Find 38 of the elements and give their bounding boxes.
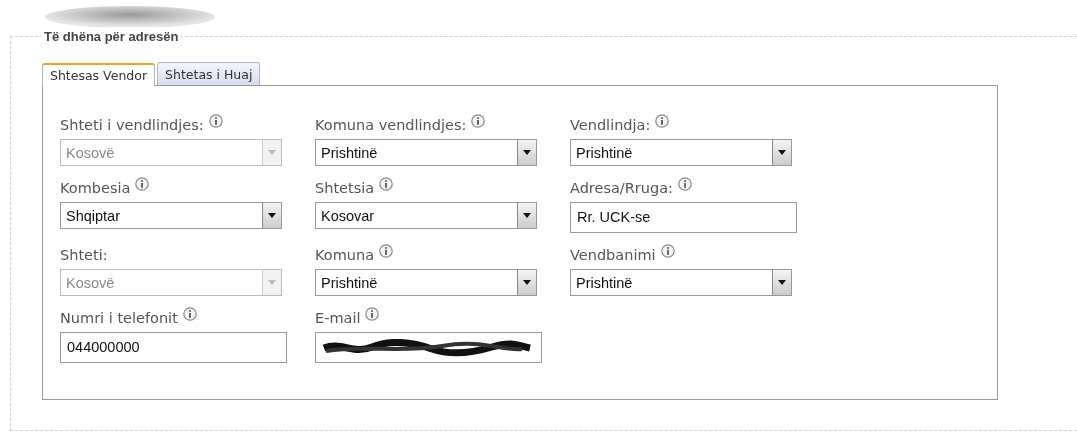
info-icon[interactable] xyxy=(471,113,486,128)
field-label: Shteti i vendlindjes: xyxy=(60,115,204,135)
field-label: Vendlindja: xyxy=(570,115,651,135)
dropdown[interactable]: Prishtinë xyxy=(570,139,792,166)
dropdown[interactable]: Prishtinë xyxy=(315,139,537,166)
dropdown[interactable]: Shqiptar xyxy=(60,202,282,229)
input-field[interactable]: Rr. UCK-se xyxy=(570,202,797,233)
field-label: Numri i telefonit xyxy=(60,308,178,328)
dropdown[interactable]: Prishtinë xyxy=(570,269,792,296)
field-label: Komuna vendlindjes: xyxy=(315,115,467,135)
field-label: Kombesia xyxy=(60,178,131,198)
info-icon[interactable] xyxy=(379,176,394,191)
tab[interactable]: Shtesas Vendor xyxy=(42,63,156,86)
input-field[interactable]: 044000000 xyxy=(60,332,287,363)
info-icon[interactable] xyxy=(135,176,150,191)
tab[interactable]: Shtetas i Huaj xyxy=(157,62,261,85)
caret-icon[interactable] xyxy=(778,280,786,285)
field-label: Adresa/Rruga: xyxy=(570,178,673,198)
info-icon[interactable] xyxy=(677,176,692,191)
input-field[interactable] xyxy=(315,332,542,363)
field-label: Shtetsia xyxy=(315,178,375,198)
dropdown[interactable]: Prishtinë xyxy=(315,269,537,296)
section-legend: Të dhëna për adresën xyxy=(41,27,182,47)
caret-icon[interactable] xyxy=(523,280,531,285)
caret-icon[interactable] xyxy=(268,213,276,218)
caret-icon[interactable] xyxy=(778,150,786,155)
info-icon[interactable] xyxy=(365,306,380,321)
info-icon[interactable] xyxy=(182,306,197,321)
info-icon[interactable] xyxy=(379,243,394,258)
field-label: Vendbanimi xyxy=(570,245,656,265)
caret-icon[interactable] xyxy=(523,150,531,155)
field-label: Komuna xyxy=(315,245,375,265)
caret-icon[interactable] xyxy=(523,213,531,218)
info-icon[interactable] xyxy=(655,113,670,128)
field-label: E-mail xyxy=(315,308,361,328)
info-icon[interactable] xyxy=(660,243,675,258)
field-label: Shteti: xyxy=(60,245,108,265)
dropdown[interactable]: Kosovar xyxy=(315,202,537,229)
